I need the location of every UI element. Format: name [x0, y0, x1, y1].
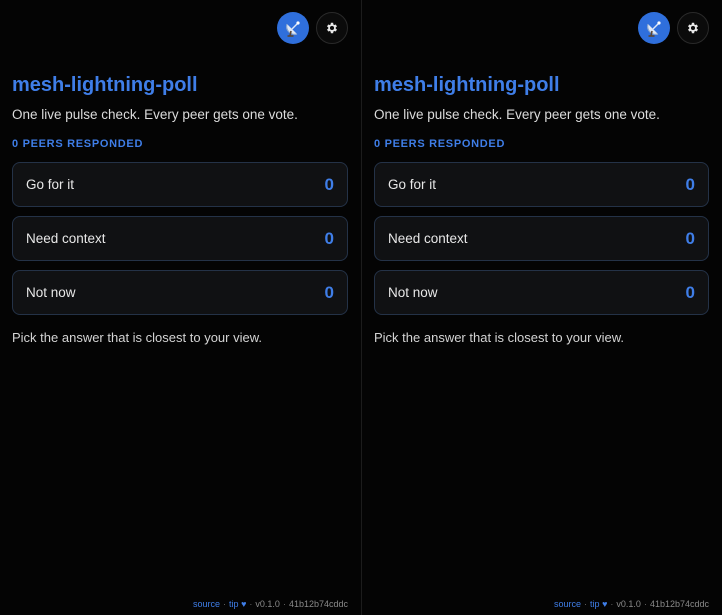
tip-label: tip — [590, 599, 600, 609]
option-not-now[interactable]: Not now 0 — [12, 270, 348, 315]
page-title: mesh-lightning-poll — [12, 74, 198, 96]
poll-content: mesh-lightning-poll One live pulse check… — [374, 72, 709, 347]
option-vote-count: 0 — [324, 228, 334, 248]
option-vote-count: 0 — [324, 282, 334, 302]
option-vote-count: 0 — [685, 228, 695, 248]
option-label: Not now — [26, 285, 76, 300]
tip-label: tip — [229, 599, 239, 609]
poll-options: Go for it 0 Need context 0 Not now 0 — [374, 162, 709, 315]
commit-hash: 41b12b74cddc — [649, 599, 709, 609]
poll-options: Go for it 0 Need context 0 Not now 0 — [12, 162, 348, 315]
commit-hash: 41b12b74cddc — [288, 599, 348, 609]
gear-icon — [688, 22, 698, 34]
footer: source · tip ♥ · v0.1.0 · 41b12b74cddc — [193, 599, 348, 609]
peer-status-button[interactable] — [638, 12, 670, 44]
settings-button[interactable] — [677, 12, 709, 44]
option-label: Need context — [26, 231, 106, 246]
poll-pane-left: mesh-lightning-poll One live pulse check… — [0, 0, 361, 615]
tip-link[interactable]: tip ♥ — [229, 599, 246, 609]
poll-content: mesh-lightning-poll One live pulse check… — [12, 72, 348, 347]
footer-separator: · — [584, 599, 588, 609]
option-vote-count: 0 — [685, 282, 695, 302]
settings-button[interactable] — [316, 12, 348, 44]
footer-separator: · — [223, 599, 227, 609]
peer-status-button[interactable] — [277, 12, 309, 44]
source-link[interactable]: source — [193, 599, 220, 609]
option-not-now[interactable]: Not now 0 — [374, 270, 709, 315]
source-link[interactable]: source — [554, 599, 581, 609]
option-label: Not now — [388, 285, 438, 300]
responded-count: 0 PEERS RESPONDED — [374, 138, 506, 150]
option-vote-count: 0 — [324, 174, 334, 194]
satellite-dish-icon — [286, 21, 300, 37]
top-toolbar — [277, 12, 348, 44]
version-label: v0.1.0 — [255, 599, 280, 609]
heart-icon: ♥ — [241, 599, 247, 609]
top-toolbar — [638, 12, 709, 44]
heart-icon: ♥ — [602, 599, 608, 609]
poll-hint: Pick the answer that is closest to your … — [374, 330, 624, 345]
option-go-for-it[interactable]: Go for it 0 — [12, 162, 348, 207]
poll-description: One live pulse check. Every peer gets on… — [374, 107, 660, 122]
tip-link[interactable]: tip ♥ — [590, 599, 607, 609]
option-label: Need context — [388, 231, 468, 246]
option-vote-count: 0 — [685, 174, 695, 194]
option-go-for-it[interactable]: Go for it 0 — [374, 162, 709, 207]
poll-description: One live pulse check. Every peer gets on… — [12, 107, 298, 122]
option-need-context[interactable]: Need context 0 — [374, 216, 709, 261]
footer-separator: · — [643, 599, 647, 609]
footer-separator: · — [282, 599, 286, 609]
page-title: mesh-lightning-poll — [374, 74, 560, 96]
footer-separator: · — [610, 599, 614, 609]
footer: source · tip ♥ · v0.1.0 · 41b12b74cddc — [554, 599, 709, 609]
option-need-context[interactable]: Need context 0 — [12, 216, 348, 261]
option-label: Go for it — [388, 177, 437, 192]
split-view: mesh-lightning-poll One live pulse check… — [0, 0, 722, 615]
gear-icon — [327, 22, 337, 34]
option-label: Go for it — [26, 177, 75, 192]
poll-pane-right: mesh-lightning-poll One live pulse check… — [361, 0, 722, 615]
version-label: v0.1.0 — [616, 599, 641, 609]
satellite-dish-icon — [647, 21, 661, 37]
poll-hint: Pick the answer that is closest to your … — [12, 330, 262, 345]
footer-separator: · — [249, 599, 253, 609]
responded-count: 0 PEERS RESPONDED — [12, 138, 144, 150]
